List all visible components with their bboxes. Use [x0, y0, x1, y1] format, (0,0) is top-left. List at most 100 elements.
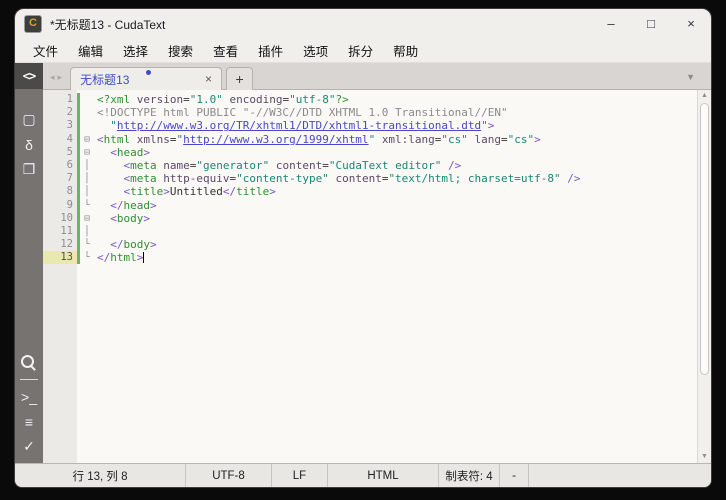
line-number: 9 [43, 198, 77, 212]
fold-column: └ [84, 252, 90, 264]
tab-next-icon[interactable]: ▸ [58, 72, 66, 82]
line-text: <!DOCTYPE html PUBLIC "-//W3C//DTD XHTML… [97, 106, 508, 120]
window-controls: – □ × [591, 9, 711, 39]
folder-icon[interactable]: ❐ [15, 157, 43, 182]
fold-column [80, 106, 94, 119]
menu-item-options[interactable]: 选项 [293, 39, 338, 62]
vertical-scrollbar[interactable]: ▲ ▼ [697, 90, 711, 463]
tab-close-icon[interactable]: × [199, 72, 212, 86]
code-line-9[interactable]: 9 └ </head> [43, 198, 697, 212]
scrollbar-thumb[interactable] [700, 103, 709, 376]
code-sidebar-toggle-icon[interactable]: <> [15, 63, 43, 89]
line-number: 4 [43, 132, 77, 146]
code-line-1[interactable]: 1 <?xml version="1.0" encoding="utf-8"?> [43, 93, 697, 107]
line-text: <title>Untitled</title> [123, 185, 276, 199]
fold-toggle-icon[interactable]: ⊟ [80, 133, 94, 146]
statusbar-caret-pos[interactable]: 行 13, 列 8 [15, 464, 186, 487]
line-text: <head> [110, 145, 150, 159]
code-line-3[interactable]: 3 "http://www.w3.org/TR/xhtml1/DTD/xhtml… [43, 119, 697, 133]
search-icon[interactable] [15, 351, 43, 376]
code-line-12[interactable]: 12 └ </body> [43, 238, 697, 252]
code-view[interactable]: 1 <?xml version="1.0" encoding="utf-8"?> 2… [43, 90, 697, 463]
statusbar-tab-size[interactable]: 制表符: 4 [439, 464, 500, 487]
code-line-6[interactable]: 6 │ <meta name="generator" content="CudaT… [43, 158, 697, 173]
fold-column: │ [84, 225, 90, 237]
line-number: 3 [43, 119, 77, 133]
line-text: </body> [110, 238, 157, 252]
scroll-up-icon[interactable]: ▲ [701, 90, 708, 102]
tab-nav-arrows[interactable]: ◂▸ [50, 72, 65, 83]
fold-column: │ [84, 173, 90, 185]
validate-check-icon[interactable]: ✓ [15, 434, 43, 459]
statusbar-lexer[interactable]: HTML [328, 464, 439, 487]
minimize-button[interactable]: – [591, 9, 631, 39]
editor-column: ◂▸ 无标题13 × + ▼ 1 <?xml version="1.0" enco… [43, 63, 711, 463]
fold-column [80, 119, 94, 132]
line-text [94, 225, 97, 238]
line-text: </head> [110, 198, 157, 212]
tab-bar: ◂▸ 无标题13 × + ▼ [43, 63, 711, 90]
menu-item-plugins[interactable]: 插件 [248, 39, 293, 62]
activity-middle: ▢ δ ❐ [15, 107, 43, 182]
code-line-13[interactable]: 13 └ </html> [43, 251, 697, 265]
menu-item-selection[interactable]: 选择 [113, 39, 158, 62]
editor-area: 1 <?xml version="1.0" encoding="utf-8"?> 2… [43, 90, 711, 463]
code-line-5[interactable]: 5 ⊟ <head> [43, 145, 697, 159]
menu-item-edit[interactable]: 编辑 [68, 39, 113, 62]
line-number: 7 [43, 172, 77, 186]
app-icon: C [24, 15, 42, 33]
code-lines: 1 <?xml version="1.0" encoding="utf-8"?> 2… [43, 90, 697, 265]
maximize-button[interactable]: □ [631, 9, 671, 39]
tab-untitled13[interactable]: 无标题13 × [70, 67, 223, 90]
line-number: 13 [43, 251, 77, 265]
console-icon[interactable]: >_ [15, 384, 43, 409]
title-bar[interactable]: C *无标题13 - CudaText – □ × [15, 9, 711, 39]
menu-item-view[interactable]: 查看 [203, 39, 248, 62]
scroll-down-icon[interactable]: ▼ [701, 451, 708, 463]
line-number: 6 [43, 158, 77, 173]
code-line-2[interactable]: 2 <!DOCTYPE html PUBLIC "-//W3C//DTD XHTM… [43, 106, 697, 120]
menu-item-help[interactable]: 帮助 [383, 39, 428, 62]
status-bar: 行 13, 列 8 UTF-8 LF HTML 制表符: 4- [15, 463, 711, 487]
fold-toggle-icon[interactable]: ⊟ [80, 146, 94, 159]
activity-bottom: >_ ≡ ✓ [15, 351, 43, 459]
new-tab-button[interactable]: + [226, 67, 254, 90]
line-text: <?xml version="1.0" encoding="utf-8"?> [97, 93, 349, 106]
menu-item-search[interactable]: 搜索 [158, 39, 203, 62]
tab-list-dropdown-icon[interactable]: ▼ [686, 72, 695, 82]
code-line-11[interactable]: 11 │ [43, 224, 697, 239]
line-number: 10 [43, 211, 77, 225]
code-line-4[interactable]: 4 ⊟ <html xmlns="http://www.w3.org/1999/xh… [43, 132, 697, 146]
activity-separator [20, 379, 38, 380]
fold-column [80, 93, 94, 106]
tab-label: 无标题13 [80, 72, 130, 87]
package-icon[interactable]: ▢ [15, 107, 43, 132]
line-text: <html xmlns="http://www.w3.org/1999/xhtm… [97, 132, 541, 146]
line-number: 11 [43, 224, 77, 239]
app-window: C *无标题13 - CudaText – □ × 文件 编辑 选择 搜索 查看 插件 选项… [14, 8, 712, 488]
line-number: 8 [43, 185, 77, 199]
tab-prev-icon[interactable]: ◂ [50, 72, 58, 82]
line-text: <meta http-equiv="content-type" content=… [123, 172, 581, 186]
menu-item-file[interactable]: 文件 [23, 39, 68, 62]
output-list-icon[interactable]: ≡ [15, 409, 43, 434]
fold-column: │ [84, 186, 90, 198]
line-number: 2 [43, 106, 77, 120]
fold-toggle-icon[interactable]: ⊟ [80, 212, 94, 225]
code-line-8[interactable]: 8 │ <title>Untitled</title> [43, 185, 697, 199]
fold-column: └ [84, 199, 90, 211]
delta-snippets-icon[interactable]: δ [15, 132, 43, 157]
menu-item-split[interactable]: 拆分 [338, 39, 383, 62]
text-caret [143, 252, 145, 264]
line-text: </html> [97, 251, 145, 265]
activity-bar: <> ▢ δ ❐ >_ ≡ ✓ [15, 63, 43, 463]
fold-column: └ [84, 239, 90, 251]
close-button[interactable]: × [671, 9, 711, 39]
statusbar-encoding[interactable]: UTF-8 [186, 464, 272, 487]
code-line-10[interactable]: 10 ⊟ <body> [43, 211, 697, 225]
main-area: <> ▢ δ ❐ >_ ≡ ✓ ◂▸ 无标题13 × + ▼ 1 <?xml ver [15, 63, 711, 463]
scrollbar-track[interactable] [698, 102, 711, 451]
statusbar-wrap-mode[interactable]: - [500, 464, 529, 487]
statusbar-line-ends[interactable]: LF [272, 464, 328, 487]
code-line-7[interactable]: 7 │ <meta http-equiv="content-type" conte… [43, 172, 697, 186]
